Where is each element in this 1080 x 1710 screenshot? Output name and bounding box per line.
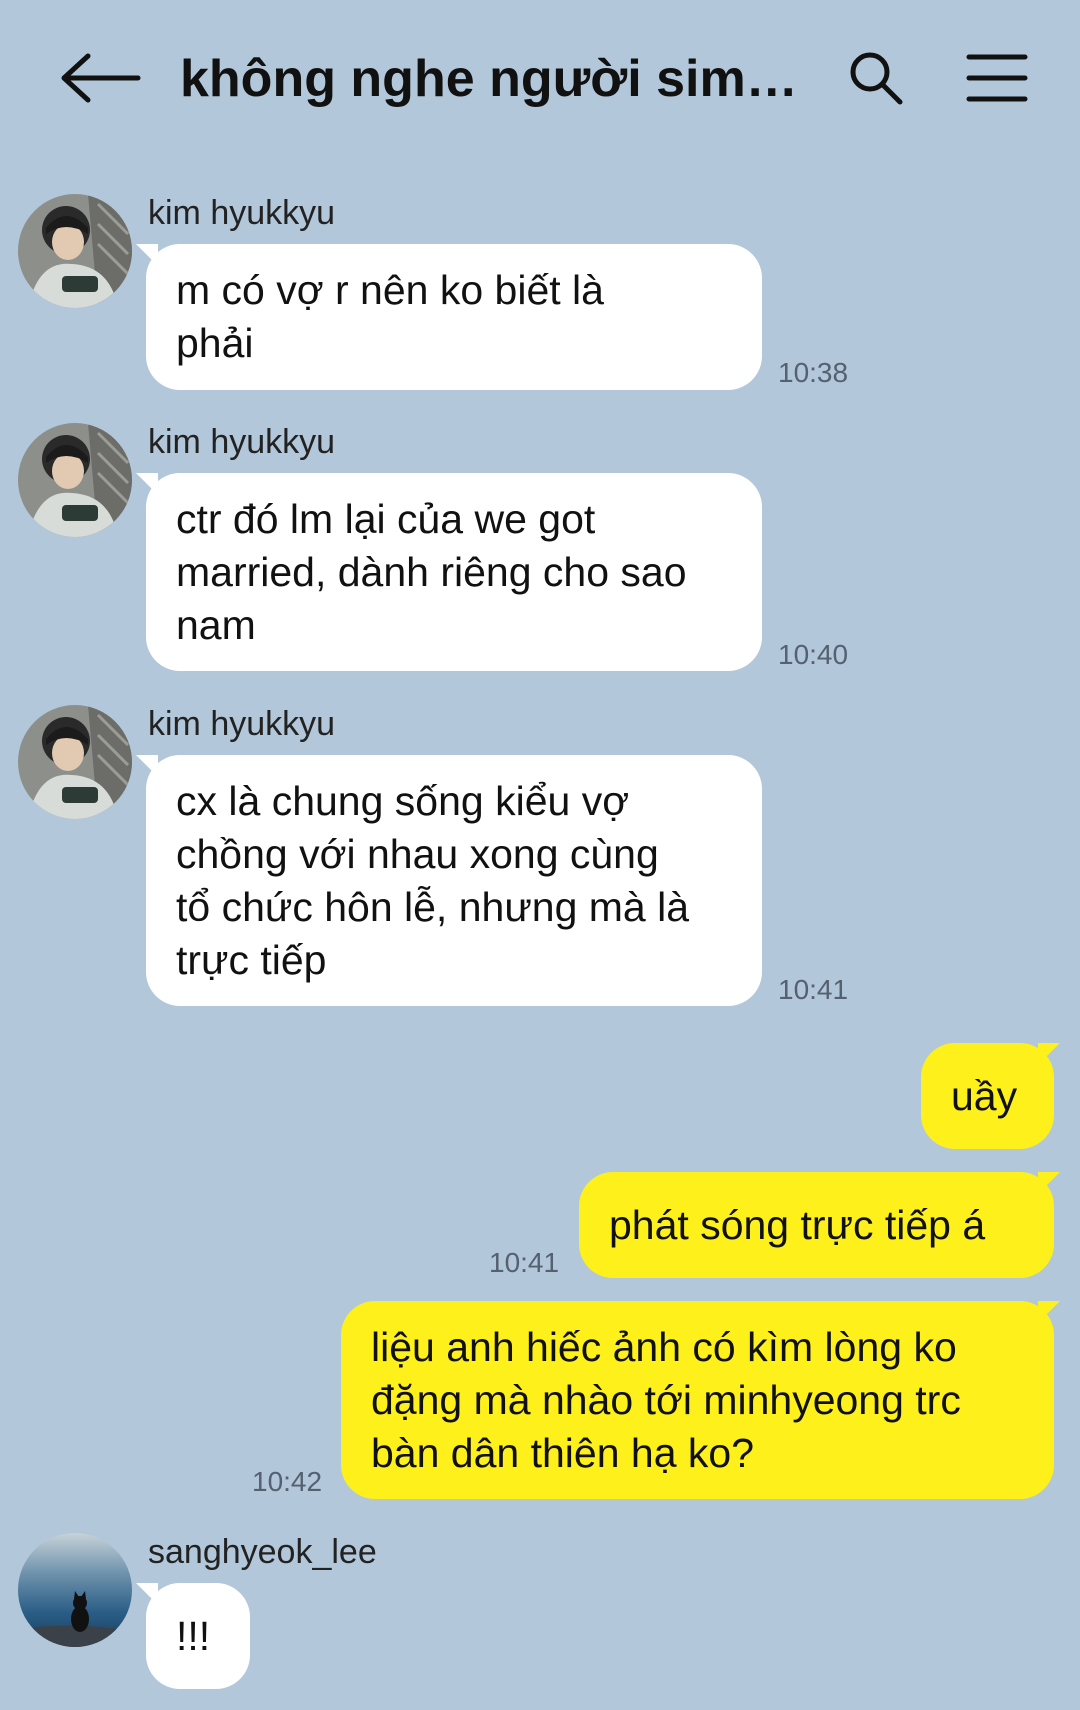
message-bubble[interactable]: liệu anh hiếc ảnh có kìm lòng ko đặng mà… xyxy=(341,1301,1054,1499)
message-bubble[interactable]: uầy xyxy=(921,1043,1054,1149)
message-text: phát sóng trực tiếp á xyxy=(609,1201,986,1248)
message-bubble[interactable]: m có vợ r nên ko biết là phải xyxy=(146,244,762,390)
back-button[interactable] xyxy=(58,52,142,104)
message-time: 10:40 xyxy=(778,639,849,670)
sender-name: kim hyukkyu xyxy=(148,423,336,461)
avatar[interactable] xyxy=(18,423,132,537)
avatar-photo xyxy=(18,1533,132,1647)
search-button[interactable] xyxy=(848,50,904,106)
avatar[interactable] xyxy=(18,194,132,308)
avatar-photo xyxy=(18,423,132,537)
message-text: m có vợ r nên ko biết là phải xyxy=(176,267,604,366)
sender-name: kim hyukkyu xyxy=(148,194,336,232)
hamburger-menu-icon xyxy=(966,54,1028,102)
avatar[interactable] xyxy=(18,1533,132,1647)
message-bubble[interactable]: !!! xyxy=(146,1583,250,1689)
message-text: uầy xyxy=(951,1072,1018,1119)
message-text: liệu anh hiếc ảnh có kìm lòng ko đặng mà… xyxy=(371,1323,961,1476)
search-icon xyxy=(850,52,903,105)
message-bubble[interactable]: ctr đó lm lại của we got married, dành r… xyxy=(146,473,762,671)
message-time: 10:41 xyxy=(489,1247,560,1278)
message-text: ctr đó lm lại của we got married, dành r… xyxy=(176,495,687,648)
message-text: cx là chung sống kiểu vợ chồng với nhau … xyxy=(176,777,690,983)
avatar-photo xyxy=(18,194,132,308)
message-text: !!! xyxy=(176,1612,211,1659)
arrow-left-icon xyxy=(61,53,141,103)
message-time: 10:38 xyxy=(778,357,849,388)
message-bubble[interactable]: cx là chung sống kiểu vợ chồng với nhau … xyxy=(146,755,762,1006)
chat-title[interactable]: không nghe người simp... xyxy=(180,48,800,110)
message-bubble[interactable]: phát sóng trực tiếp á xyxy=(579,1172,1054,1278)
message-time: 10:41 xyxy=(778,974,849,1005)
avatar-photo xyxy=(18,705,132,819)
message-time: 10:42 xyxy=(252,1466,323,1497)
chat-header: không nghe người simp... xyxy=(0,0,1080,160)
sender-name: sanghyeok_lee xyxy=(148,1533,377,1571)
sender-name: kim hyukkyu xyxy=(148,705,336,743)
avatar[interactable] xyxy=(18,705,132,819)
menu-button[interactable] xyxy=(966,52,1028,104)
